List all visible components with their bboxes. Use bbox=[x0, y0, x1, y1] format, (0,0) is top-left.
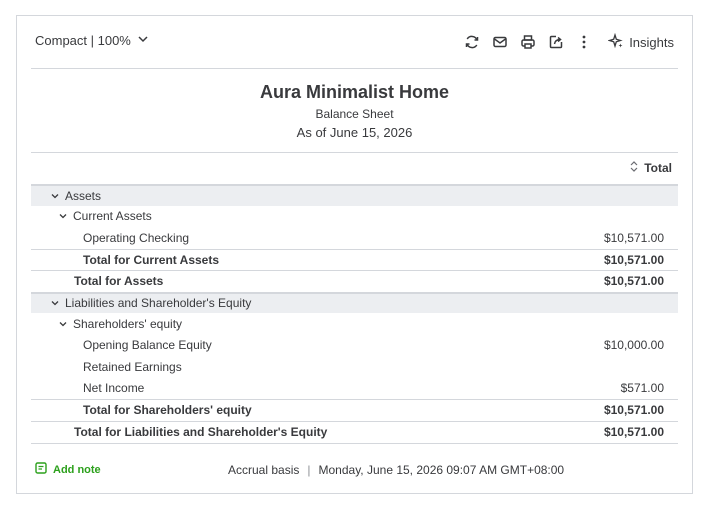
chevron-down-icon[interactable] bbox=[57, 210, 69, 222]
row-label: Total for Assets bbox=[74, 274, 164, 289]
separator: | bbox=[307, 463, 311, 477]
table-row: Opening Balance Equity $10,000.00 bbox=[31, 335, 678, 357]
report-header: Aura Minimalist Home Balance Sheet As of… bbox=[17, 82, 692, 140]
chevron-down-icon[interactable] bbox=[49, 190, 61, 202]
export-icon[interactable] bbox=[546, 32, 566, 52]
row-label: Total for Liabilities and Shareholder's … bbox=[74, 424, 328, 439]
email-icon[interactable] bbox=[490, 32, 510, 52]
row-label[interactable]: Retained Earnings bbox=[83, 360, 182, 374]
column-header-total[interactable]: Total bbox=[630, 161, 672, 175]
chevron-down-icon[interactable] bbox=[49, 297, 61, 309]
sparkle-icon bbox=[607, 32, 624, 52]
row-amount[interactable]: $571.00 bbox=[621, 381, 664, 395]
row-amount[interactable]: $10,571.00 bbox=[604, 231, 664, 245]
table-row: Total for Liabilities and Shareholder's … bbox=[31, 420, 678, 443]
report-date: As of June 15, 2026 bbox=[296, 125, 413, 140]
row-amount[interactable]: $10,571.00 bbox=[604, 425, 664, 439]
row-label: Total for Shareholders' equity bbox=[83, 403, 252, 418]
row-label[interactable]: Operating Checking bbox=[83, 231, 189, 245]
footer-divider bbox=[31, 443, 678, 444]
row-label: Total for Current Assets bbox=[83, 252, 220, 267]
note-icon bbox=[35, 462, 47, 477]
table-row: Liabilities and Shareholder's Equity bbox=[31, 291, 678, 313]
table-row: Total for Shareholders' equity $10,571.0… bbox=[31, 399, 678, 421]
report-footer-info: Accrual basis | Monday, June 15, 2026 09… bbox=[228, 463, 564, 477]
company-name: Aura Minimalist Home bbox=[259, 82, 450, 102]
row-amount[interactable]: $10,571.00 bbox=[604, 253, 664, 267]
more-icon[interactable] bbox=[574, 32, 594, 52]
row-label: Current Assets bbox=[73, 209, 152, 224]
add-note-button[interactable]: Add note bbox=[35, 462, 101, 477]
column-header-label: Total bbox=[644, 161, 672, 175]
insights-label: Insights bbox=[629, 34, 674, 50]
row-amount[interactable]: $10,571.00 bbox=[604, 403, 664, 417]
report-timestamp: Monday, June 15, 2026 09:07 AM GMT+08:00 bbox=[318, 463, 565, 477]
accounting-basis: Accrual basis bbox=[228, 463, 300, 477]
row-amount[interactable]: $10,571.00 bbox=[604, 274, 664, 288]
table-row: Total for Current Assets $10,571.00 bbox=[31, 248, 678, 271]
table-row: Assets bbox=[31, 184, 678, 206]
table-row: Current Assets bbox=[31, 206, 678, 228]
table-row: Retained Earnings bbox=[31, 356, 678, 378]
report-table: Assets Current Assets Operating Checking… bbox=[31, 184, 678, 442]
row-amount[interactable]: $10,000.00 bbox=[604, 338, 664, 352]
row-label: Assets bbox=[65, 188, 102, 203]
row-label[interactable]: Opening Balance Equity bbox=[83, 338, 212, 352]
table-row: Operating Checking $10,571.00 bbox=[31, 227, 678, 249]
view-density-label: Compact | 100% bbox=[35, 33, 131, 48]
print-icon[interactable] bbox=[518, 32, 538, 52]
row-label: Shareholders' equity bbox=[73, 316, 183, 331]
toolbar-actions: Insights bbox=[454, 30, 674, 54]
row-label: Liabilities and Shareholder's Equity bbox=[65, 296, 252, 311]
report-toolbar: Compact | 100% Insights bbox=[17, 16, 692, 68]
table-row: Shareholders' equity bbox=[31, 313, 678, 335]
report-title: Balance Sheet bbox=[315, 107, 394, 121]
table-row: Total for Assets $10,571.00 bbox=[31, 270, 678, 292]
header-divider bbox=[31, 152, 678, 153]
view-density-dropdown[interactable]: Compact | 100% bbox=[35, 33, 149, 48]
insights-button[interactable]: Insights bbox=[607, 32, 674, 52]
chevron-down-icon[interactable] bbox=[57, 318, 69, 330]
toolbar-divider bbox=[31, 68, 678, 69]
chevron-down-icon bbox=[137, 33, 149, 48]
refresh-icon[interactable] bbox=[462, 32, 482, 52]
add-note-label: Add note bbox=[53, 463, 101, 476]
row-label[interactable]: Net Income bbox=[83, 381, 144, 395]
table-row: Net Income $571.00 bbox=[31, 378, 678, 400]
sort-icon bbox=[630, 161, 638, 175]
report-card: Compact | 100% Insights Aura Minimalist … bbox=[16, 15, 693, 494]
